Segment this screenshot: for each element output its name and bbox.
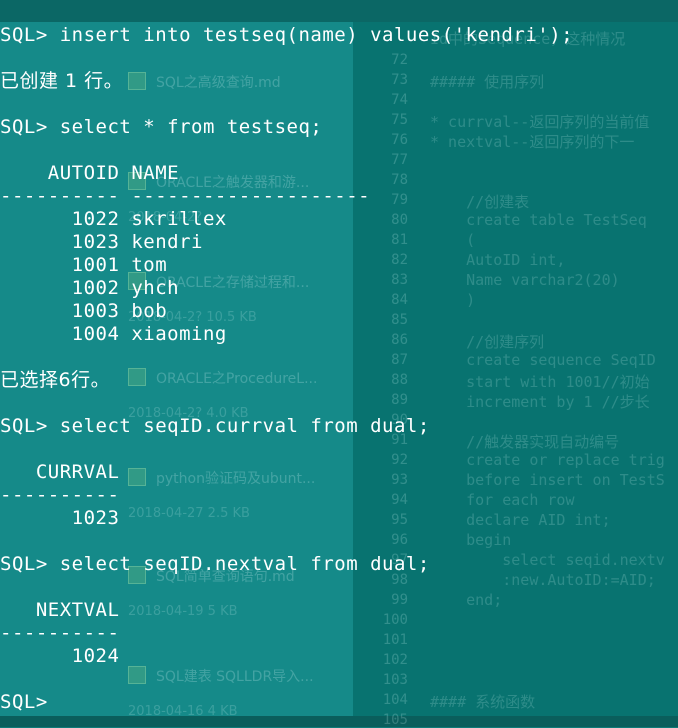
terminal-line: AUTOID NAME — [0, 162, 180, 184]
terminal-line: 1023 kendri — [0, 231, 203, 253]
terminal-line: SQL> select seqID.currval from dual; — [0, 415, 430, 437]
terminal-line: 1001 tom — [0, 254, 168, 276]
sqlplus-terminal-window[interactable]: SQL> insert into testseq(name) values('k… — [0, 0, 678, 727]
terminal-line: SQL> insert into testseq(name) values('k… — [0, 24, 574, 46]
terminal-line: 已创建 1 行。 — [0, 70, 124, 92]
terminal-line: 1003 bob — [0, 300, 168, 322]
terminal-line: NEXTVAL — [0, 599, 120, 621]
terminal-line: 已选择6行。 — [0, 369, 111, 391]
terminal-line: SQL> select seqID.nextval from dual; — [0, 553, 430, 575]
terminal-line: ---------- — [0, 484, 120, 506]
terminal-line: ---------- -------------------- — [0, 185, 371, 207]
terminal-line: 1022 skrillex — [0, 208, 227, 230]
terminal-line: SQL> — [0, 691, 48, 713]
terminal-line: ---------- — [0, 622, 120, 644]
terminal-line: 1004 xiaoming — [0, 323, 227, 345]
terminal-line: 1023 — [0, 507, 120, 529]
terminal-line: SQL> select * from testseq; — [0, 116, 323, 138]
terminal-line: 1002 yhch — [0, 277, 180, 299]
terminal-line: CURRVAL — [0, 461, 120, 483]
terminal-line: 1024 — [0, 645, 120, 667]
